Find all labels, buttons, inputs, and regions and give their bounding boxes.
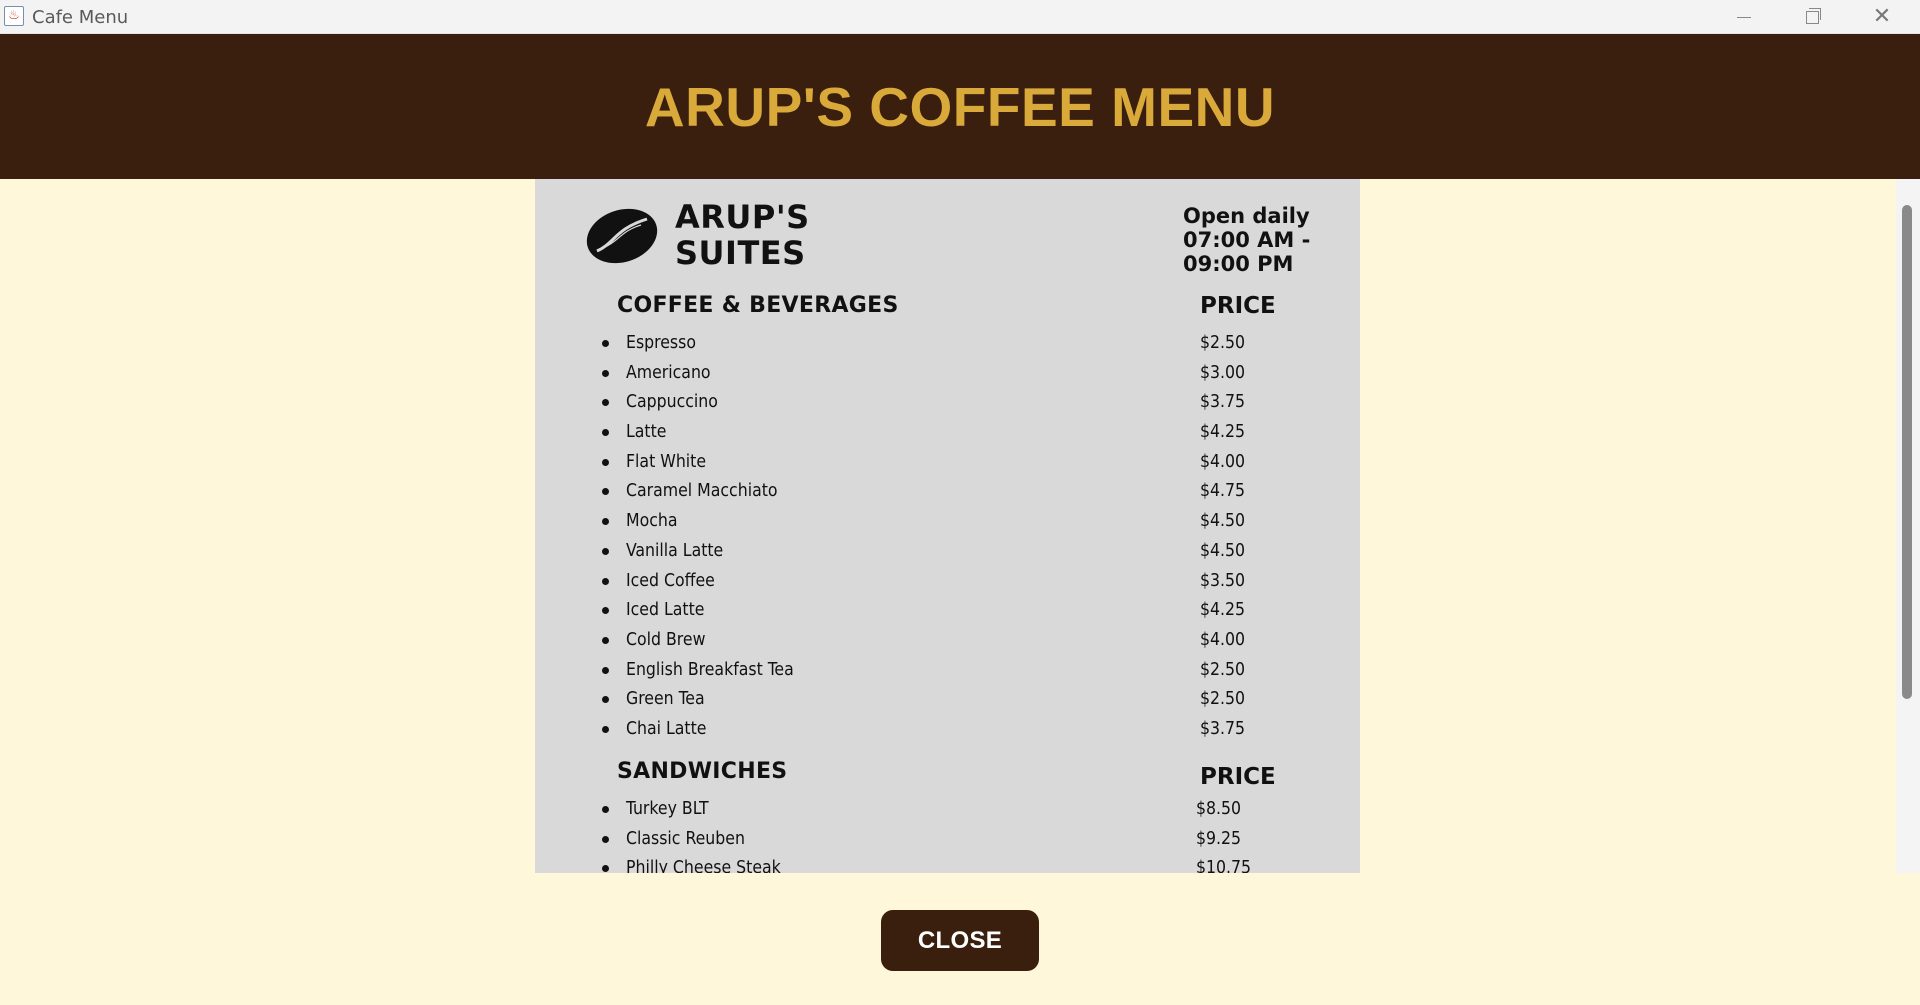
menu-item-name: Espresso bbox=[626, 333, 696, 353]
menu-item-row: Cold Brew $4.00 bbox=[535, 626, 1360, 656]
menu-item-name: English Breakfast Tea bbox=[626, 659, 794, 680]
menu-item-row: Iced Latte $4.25 bbox=[535, 596, 1360, 626]
menu-item-row: Flat White $4.00 bbox=[535, 448, 1360, 478]
bullet-icon bbox=[602, 865, 609, 873]
window-title: Cafe Menu bbox=[32, 7, 129, 28]
bullet-icon bbox=[602, 429, 609, 437]
menu-item-price: $4.50 bbox=[1200, 511, 1246, 532]
bullet-icon bbox=[602, 835, 609, 843]
menu-item-row: Cappuccino $3.75 bbox=[535, 388, 1360, 418]
menu-item-price: $3.50 bbox=[1200, 570, 1246, 591]
minimize-button[interactable] bbox=[1714, 0, 1774, 34]
bullet-icon bbox=[602, 636, 609, 644]
sandwich-item-list: Turkey BLT $8.50 Classic Reuben $9.25 Philly… bbox=[535, 795, 1360, 873]
menu-item-name: Cold Brew bbox=[626, 629, 706, 650]
bullet-icon bbox=[602, 725, 609, 733]
bullet-icon bbox=[602, 340, 609, 347]
menu-item-name: Iced Latte bbox=[626, 600, 705, 621]
menu-item-price: $10.75 bbox=[1196, 858, 1252, 873]
java-app-icon: ♨ bbox=[4, 6, 24, 26]
restore-icon bbox=[1805, 7, 1821, 24]
bullet-icon bbox=[602, 518, 609, 526]
menu-item-row: Americano $3.00 bbox=[535, 359, 1360, 389]
menu-item-row: Caramel Macchiato $4.75 bbox=[535, 477, 1360, 507]
maximize-button[interactable] bbox=[1782, 0, 1842, 34]
menu-item-name: Flat White bbox=[626, 451, 707, 472]
hours-line-1: Open daily bbox=[1183, 204, 1310, 228]
menu-image: ARUP'S SUITES Open daily 07:00 AM - 09:0… bbox=[535, 179, 1360, 873]
bullet-icon bbox=[602, 488, 609, 496]
bullet-icon bbox=[602, 696, 609, 704]
minimize-icon bbox=[1737, 16, 1751, 18]
menu-item-name: Mocha bbox=[626, 511, 678, 532]
menu-item-price: $8.50 bbox=[1196, 799, 1242, 819]
menu-item-name: Caramel Macchiato bbox=[626, 481, 778, 502]
bullet-icon bbox=[602, 369, 609, 377]
menu-item-price: $4.00 bbox=[1200, 629, 1246, 650]
coffee-item-list: Espresso $2.50 Americano $3.00 Cappuccino $3.… bbox=[535, 329, 1360, 745]
scrollbar-thumb[interactable] bbox=[1902, 205, 1912, 699]
menu-item-price: $2.50 bbox=[1200, 689, 1246, 710]
price-header-coffee: PRICE bbox=[1200, 293, 1276, 319]
menu-item-row: Espresso $2.50 bbox=[535, 329, 1360, 359]
menu-item-price: $2.50 bbox=[1200, 659, 1246, 680]
menu-item-row: Green Tea $2.50 bbox=[535, 685, 1360, 715]
price-header-sandwiches: PRICE bbox=[1200, 764, 1276, 790]
menu-item-price: $4.25 bbox=[1200, 422, 1246, 443]
menu-header: ARUP'S COFFEE MENU bbox=[0, 34, 1920, 179]
menu-item-price: $4.25 bbox=[1200, 600, 1246, 621]
opening-hours: Open daily 07:00 AM - 09:00 PM bbox=[1183, 204, 1343, 276]
bullet-icon bbox=[602, 399, 609, 407]
brand-name: ARUP'S SUITES bbox=[675, 199, 810, 271]
menu-item-name: Iced Coffee bbox=[626, 570, 715, 591]
menu-item-price: $3.75 bbox=[1200, 718, 1246, 739]
menu-item-name: Classic Reuben bbox=[626, 828, 745, 849]
menu-item-name: Turkey BLT bbox=[626, 799, 709, 819]
bullet-icon bbox=[602, 806, 609, 813]
menu-item-price: $3.00 bbox=[1200, 362, 1246, 383]
bullet-icon bbox=[602, 577, 609, 585]
menu-item-row: Philly Cheese Steak $10.75 bbox=[535, 854, 1360, 873]
menu-item-price: $3.75 bbox=[1200, 392, 1246, 413]
menu-item-price: $4.75 bbox=[1200, 481, 1246, 502]
bullet-icon bbox=[602, 547, 609, 555]
vertical-scrollbar[interactable] bbox=[1896, 179, 1920, 873]
menu-item-price: $4.50 bbox=[1200, 540, 1246, 561]
bullet-icon bbox=[602, 607, 609, 615]
menu-item-name: Chai Latte bbox=[626, 718, 707, 739]
menu-item-price: $4.00 bbox=[1200, 451, 1246, 472]
bullet-icon bbox=[602, 458, 609, 466]
menu-item-name: Green Tea bbox=[626, 689, 705, 710]
menu-item-row: Iced Coffee $3.50 bbox=[535, 567, 1360, 597]
bullet-icon bbox=[602, 666, 609, 674]
close-button[interactable]: CLOSE bbox=[881, 910, 1039, 971]
menu-item-row: Classic Reuben $9.25 bbox=[535, 825, 1360, 855]
menu-item-name: Cappuccino bbox=[626, 392, 718, 413]
menu-item-row: Chai Latte $3.75 bbox=[535, 715, 1360, 745]
menu-scroll-pane[interactable]: ARUP'S SUITES Open daily 07:00 AM - 09:0… bbox=[0, 179, 1920, 873]
menu-item-price: $9.25 bbox=[1196, 828, 1242, 849]
menu-item-name: Philly Cheese Steak bbox=[626, 858, 781, 873]
page-title: ARUP'S COFFEE MENU bbox=[644, 75, 1276, 138]
window-titlebar: ♨ Cafe Menu ✕ bbox=[0, 0, 1920, 34]
brand-line-2: SUITES bbox=[675, 234, 806, 272]
hours-line-2: 07:00 AM - bbox=[1183, 228, 1311, 252]
coffee-bean-logo-icon bbox=[586, 208, 658, 264]
section-title-coffee: COFFEE & BEVERAGES bbox=[617, 293, 899, 318]
window-close-button[interactable]: ✕ bbox=[1852, 0, 1912, 34]
brand-line-1: ARUP'S bbox=[675, 198, 810, 236]
menu-item-row: Vanilla Latte $4.50 bbox=[535, 537, 1360, 567]
menu-item-row: Mocha $4.50 bbox=[535, 507, 1360, 537]
close-icon: ✕ bbox=[1872, 4, 1892, 29]
hours-line-3: 09:00 PM bbox=[1183, 252, 1294, 276]
menu-item-price: $2.50 bbox=[1200, 333, 1246, 353]
menu-item-row: Turkey BLT $8.50 bbox=[535, 795, 1360, 825]
menu-item-name: Latte bbox=[626, 422, 667, 443]
menu-item-row: Latte $4.25 bbox=[535, 418, 1360, 448]
menu-item-name: Americano bbox=[626, 362, 711, 383]
section-title-sandwiches: SANDWICHES bbox=[617, 759, 788, 784]
menu-item-row: English Breakfast Tea $2.50 bbox=[535, 656, 1360, 686]
menu-item-name: Vanilla Latte bbox=[626, 540, 724, 561]
